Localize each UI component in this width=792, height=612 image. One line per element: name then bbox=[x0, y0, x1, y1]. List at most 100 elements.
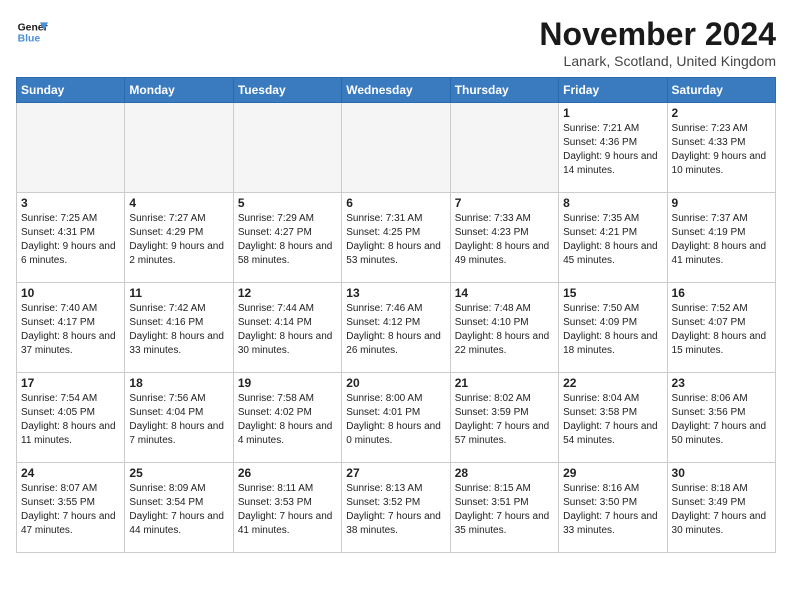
day-number: 28 bbox=[455, 466, 554, 480]
day-number: 24 bbox=[21, 466, 120, 480]
day-number: 3 bbox=[21, 196, 120, 210]
day-number: 27 bbox=[346, 466, 445, 480]
day-detail: Sunrise: 7:25 AMSunset: 4:31 PMDaylight:… bbox=[21, 212, 120, 268]
day-cell: 21 Sunrise: 8:02 AMSunset: 3:59 PMDayligh… bbox=[450, 373, 558, 463]
day-cell: 26 Sunrise: 8:11 AMSunset: 3:53 PMDayligh… bbox=[233, 463, 341, 553]
day-number: 5 bbox=[238, 196, 337, 210]
location: Lanark, Scotland, United Kingdom bbox=[539, 53, 776, 69]
day-cell: 8 Sunrise: 7:35 AMSunset: 4:21 PMDaylight… bbox=[559, 193, 667, 283]
day-cell: 1 Sunrise: 7:21 AMSunset: 4:36 PMDaylight… bbox=[559, 103, 667, 193]
day-detail: Sunrise: 8:11 AMSunset: 3:53 PMDaylight:… bbox=[238, 482, 337, 538]
day-cell: 28 Sunrise: 8:15 AMSunset: 3:51 PMDayligh… bbox=[450, 463, 558, 553]
day-number: 13 bbox=[346, 286, 445, 300]
week-row-5: 24 Sunrise: 8:07 AMSunset: 3:55 PMDayligh… bbox=[17, 463, 776, 553]
day-number: 14 bbox=[455, 286, 554, 300]
day-cell: 29 Sunrise: 8:16 AMSunset: 3:50 PMDayligh… bbox=[559, 463, 667, 553]
day-detail: Sunrise: 8:15 AMSunset: 3:51 PMDaylight:… bbox=[455, 482, 554, 538]
day-number: 8 bbox=[563, 196, 662, 210]
day-cell: 23 Sunrise: 8:06 AMSunset: 3:56 PMDayligh… bbox=[667, 373, 775, 463]
day-cell bbox=[17, 103, 125, 193]
day-number: 26 bbox=[238, 466, 337, 480]
day-detail: Sunrise: 7:27 AMSunset: 4:29 PMDaylight:… bbox=[129, 212, 228, 268]
day-detail: Sunrise: 8:16 AMSunset: 3:50 PMDaylight:… bbox=[563, 482, 662, 538]
svg-text:Blue: Blue bbox=[18, 34, 41, 45]
day-detail: Sunrise: 8:00 AMSunset: 4:01 PMDaylight:… bbox=[346, 392, 445, 448]
header-row: SundayMondayTuesdayWednesdayThursdayFrid… bbox=[17, 78, 776, 103]
day-cell: 2 Sunrise: 7:23 AMSunset: 4:33 PMDaylight… bbox=[667, 103, 775, 193]
day-cell: 10 Sunrise: 7:40 AMSunset: 4:17 PMDayligh… bbox=[17, 283, 125, 373]
day-detail: Sunrise: 7:58 AMSunset: 4:02 PMDaylight:… bbox=[238, 392, 337, 448]
day-detail: Sunrise: 7:56 AMSunset: 4:04 PMDaylight:… bbox=[129, 392, 228, 448]
day-header-thursday: Thursday bbox=[450, 78, 558, 103]
day-cell: 19 Sunrise: 7:58 AMSunset: 4:02 PMDayligh… bbox=[233, 373, 341, 463]
day-number: 12 bbox=[238, 286, 337, 300]
day-detail: Sunrise: 7:50 AMSunset: 4:09 PMDaylight:… bbox=[563, 302, 662, 358]
day-number: 18 bbox=[129, 376, 228, 390]
day-cell: 9 Sunrise: 7:37 AMSunset: 4:19 PMDaylight… bbox=[667, 193, 775, 283]
day-detail: Sunrise: 7:21 AMSunset: 4:36 PMDaylight:… bbox=[563, 122, 662, 178]
day-number: 17 bbox=[21, 376, 120, 390]
calendar-table: SundayMondayTuesdayWednesdayThursdayFrid… bbox=[16, 77, 776, 553]
day-cell: 6Sunrise: 7:31 AMSunset: 4:25 PMDaylight… bbox=[342, 193, 450, 283]
day-cell: 7 Sunrise: 7:33 AMSunset: 4:23 PMDaylight… bbox=[450, 193, 558, 283]
day-number: 21 bbox=[455, 376, 554, 390]
week-row-3: 10 Sunrise: 7:40 AMSunset: 4:17 PMDayligh… bbox=[17, 283, 776, 373]
page-header: General Blue November 2024 Lanark, Scotl… bbox=[16, 16, 776, 69]
day-detail: Sunrise: 7:35 AMSunset: 4:21 PMDaylight:… bbox=[563, 212, 662, 268]
day-header-friday: Friday bbox=[559, 78, 667, 103]
day-cell: 18 Sunrise: 7:56 AMSunset: 4:04 PMDayligh… bbox=[125, 373, 233, 463]
day-detail: Sunrise: 7:52 AMSunset: 4:07 PMDaylight:… bbox=[672, 302, 771, 358]
day-detail: Sunrise: 7:42 AMSunset: 4:16 PMDaylight:… bbox=[129, 302, 228, 358]
day-detail: Sunrise: 7:54 AMSunset: 4:05 PMDaylight:… bbox=[21, 392, 120, 448]
day-number: 10 bbox=[21, 286, 120, 300]
day-cell: 4Sunrise: 7:27 AMSunset: 4:29 PMDaylight… bbox=[125, 193, 233, 283]
day-number: 7 bbox=[455, 196, 554, 210]
day-detail: Sunrise: 7:29 AMSunset: 4:27 PMDaylight:… bbox=[238, 212, 337, 268]
day-header-tuesday: Tuesday bbox=[233, 78, 341, 103]
day-header-saturday: Saturday bbox=[667, 78, 775, 103]
day-header-monday: Monday bbox=[125, 78, 233, 103]
day-cell: 17 Sunrise: 7:54 AMSunset: 4:05 PMDayligh… bbox=[17, 373, 125, 463]
day-detail: Sunrise: 7:33 AMSunset: 4:23 PMDaylight:… bbox=[455, 212, 554, 268]
title-area: November 2024 Lanark, Scotland, United K… bbox=[539, 16, 776, 69]
day-cell: 27 Sunrise: 8:13 AMSunset: 3:52 PMDayligh… bbox=[342, 463, 450, 553]
day-cell: 12Sunrise: 7:44 AMSunset: 4:14 PMDayligh… bbox=[233, 283, 341, 373]
day-cell: 14 Sunrise: 7:48 AMSunset: 4:10 PMDayligh… bbox=[450, 283, 558, 373]
day-detail: Sunrise: 7:23 AMSunset: 4:33 PMDaylight:… bbox=[672, 122, 771, 178]
day-cell bbox=[233, 103, 341, 193]
day-header-wednesday: Wednesday bbox=[342, 78, 450, 103]
day-detail: Sunrise: 7:48 AMSunset: 4:10 PMDaylight:… bbox=[455, 302, 554, 358]
day-detail: Sunrise: 8:09 AMSunset: 3:54 PMDaylight:… bbox=[129, 482, 228, 538]
day-number: 25 bbox=[129, 466, 228, 480]
day-number: 29 bbox=[563, 466, 662, 480]
day-cell bbox=[342, 103, 450, 193]
week-row-2: 3 Sunrise: 7:25 AMSunset: 4:31 PMDaylight… bbox=[17, 193, 776, 283]
day-detail: Sunrise: 8:06 AMSunset: 3:56 PMDaylight:… bbox=[672, 392, 771, 448]
week-row-4: 17 Sunrise: 7:54 AMSunset: 4:05 PMDayligh… bbox=[17, 373, 776, 463]
day-cell: 11Sunrise: 7:42 AMSunset: 4:16 PMDayligh… bbox=[125, 283, 233, 373]
week-row-1: 1 Sunrise: 7:21 AMSunset: 4:36 PMDaylight… bbox=[17, 103, 776, 193]
day-detail: Sunrise: 7:40 AMSunset: 4:17 PMDaylight:… bbox=[21, 302, 120, 358]
day-cell bbox=[450, 103, 558, 193]
day-number: 2 bbox=[672, 106, 771, 120]
day-cell: 15Sunrise: 7:50 AMSunset: 4:09 PMDayligh… bbox=[559, 283, 667, 373]
logo: General Blue bbox=[16, 16, 48, 48]
month-title: November 2024 bbox=[539, 16, 776, 53]
day-cell: 22Sunrise: 8:04 AMSunset: 3:58 PMDayligh… bbox=[559, 373, 667, 463]
logo-icon: General Blue bbox=[16, 16, 48, 48]
day-cell: 5 Sunrise: 7:29 AMSunset: 4:27 PMDaylight… bbox=[233, 193, 341, 283]
day-number: 19 bbox=[238, 376, 337, 390]
day-cell: 25 Sunrise: 8:09 AMSunset: 3:54 PMDayligh… bbox=[125, 463, 233, 553]
day-number: 16 bbox=[672, 286, 771, 300]
day-detail: Sunrise: 8:07 AMSunset: 3:55 PMDaylight:… bbox=[21, 482, 120, 538]
day-detail: Sunrise: 7:37 AMSunset: 4:19 PMDaylight:… bbox=[672, 212, 771, 268]
day-cell: 24 Sunrise: 8:07 AMSunset: 3:55 PMDayligh… bbox=[17, 463, 125, 553]
day-number: 9 bbox=[672, 196, 771, 210]
day-number: 23 bbox=[672, 376, 771, 390]
day-number: 30 bbox=[672, 466, 771, 480]
day-detail: Sunrise: 8:04 AMSunset: 3:58 PMDaylight:… bbox=[563, 392, 662, 448]
day-number: 1 bbox=[563, 106, 662, 120]
day-detail: Sunrise: 8:02 AMSunset: 3:59 PMDaylight:… bbox=[455, 392, 554, 448]
day-cell: 13Sunrise: 7:46 AMSunset: 4:12 PMDayligh… bbox=[342, 283, 450, 373]
day-detail: Sunrise: 8:13 AMSunset: 3:52 PMDaylight:… bbox=[346, 482, 445, 538]
